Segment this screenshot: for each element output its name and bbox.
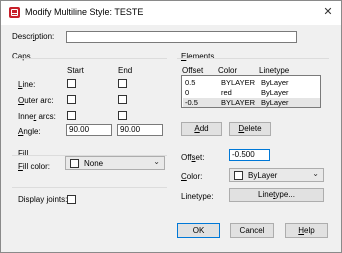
color-label: Color: — [181, 172, 203, 181]
element-color-swatch — [234, 171, 243, 180]
fill-color-label: Fill color: — [18, 162, 51, 171]
fill-color-swatch — [70, 159, 79, 168]
outer-arc-start-checkbox[interactable] — [67, 95, 76, 104]
dialog-title: Modify Multiline Style: TESTE — [25, 7, 144, 17]
list-item[interactable]: -0.5 BYLAYER ByLayer — [183, 98, 320, 107]
elements-color-header: Color — [218, 66, 238, 75]
help-button[interactable]: Help — [285, 223, 328, 238]
caps-end-header: End — [118, 66, 133, 75]
row-linetype: ByLayer — [261, 78, 289, 87]
row-color: BYLAYER — [221, 98, 256, 107]
inner-arcs-label: Inner arcs: — [18, 112, 56, 121]
element-color-dropdown[interactable]: ByLayer ⌄ — [229, 168, 324, 182]
row-offset: -0.5 — [185, 98, 198, 107]
row-color: red — [221, 88, 232, 97]
inner-arcs-end-checkbox[interactable] — [118, 111, 127, 120]
modify-multiline-style-dialog: Modify Multiline Style: TESTE ✕ Descript… — [0, 0, 342, 253]
fill-group-title: Fill — [18, 149, 29, 158]
caps-separator — [12, 58, 167, 59]
add-button[interactable]: Add — [181, 122, 222, 136]
linetype-label: Linetype: — [181, 192, 214, 201]
cancel-button[interactable]: Cancel — [230, 223, 274, 238]
elements-linetype-header: Linetype — [259, 66, 290, 75]
joints-separator — [12, 187, 167, 188]
delete-button[interactable]: Delete — [229, 122, 271, 136]
angle-end-input[interactable]: 90.00 — [117, 124, 163, 136]
chevron-down-icon: ⌄ — [312, 169, 319, 178]
ok-button[interactable]: OK — [177, 223, 220, 238]
offset-label: Offset: — [181, 153, 205, 162]
caps-start-header: Start — [67, 66, 84, 75]
row-offset: 0.5 — [185, 78, 196, 87]
row-offset: 0 — [185, 88, 190, 97]
outer-arc-end-checkbox[interactable] — [118, 95, 127, 104]
offset-input[interactable]: -0.500 — [229, 149, 270, 161]
display-joints-checkbox[interactable] — [67, 195, 76, 204]
autocad-app-icon — [9, 7, 20, 18]
row-linetype: ByLayer — [261, 98, 289, 107]
line-end-checkbox[interactable] — [118, 79, 127, 88]
row-linetype: ByLayer — [261, 88, 289, 97]
list-item[interactable]: 0.5 BYLAYER ByLayer — [183, 78, 320, 87]
angle-start-input[interactable]: 90.00 — [66, 124, 112, 136]
fill-color-value: None — [84, 159, 104, 168]
row-color: BYLAYER — [221, 78, 256, 87]
close-icon[interactable]: ✕ — [321, 5, 335, 19]
fill-color-dropdown[interactable]: None ⌄ — [65, 156, 165, 170]
outer-arc-label: Outer arc: — [18, 96, 54, 105]
elements-list[interactable]: 0.5 BYLAYER ByLayer 0 red ByLayer -0.5 B… — [181, 75, 321, 108]
line-label: Line: — [18, 80, 36, 89]
chevron-down-icon: ⌄ — [153, 157, 160, 166]
elements-separator — [177, 58, 329, 59]
line-start-checkbox[interactable] — [67, 79, 76, 88]
elements-offset-header: Offset — [182, 66, 204, 75]
linetype-button[interactable]: Linetype... — [229, 188, 324, 202]
display-joints-label: Display joints: — [18, 195, 68, 204]
title-bar: Modify Multiline Style: TESTE ✕ — [1, 1, 341, 25]
element-color-value: ByLayer — [248, 171, 278, 180]
elements-group-title: Elements — [181, 52, 215, 61]
description-input[interactable] — [66, 31, 297, 43]
caps-group-title: Caps — [12, 52, 31, 61]
inner-arcs-start-checkbox[interactable] — [67, 111, 76, 120]
angle-label: Angle: — [18, 127, 41, 136]
list-item[interactable]: 0 red ByLayer — [183, 88, 320, 97]
description-label: Description: — [12, 32, 55, 41]
